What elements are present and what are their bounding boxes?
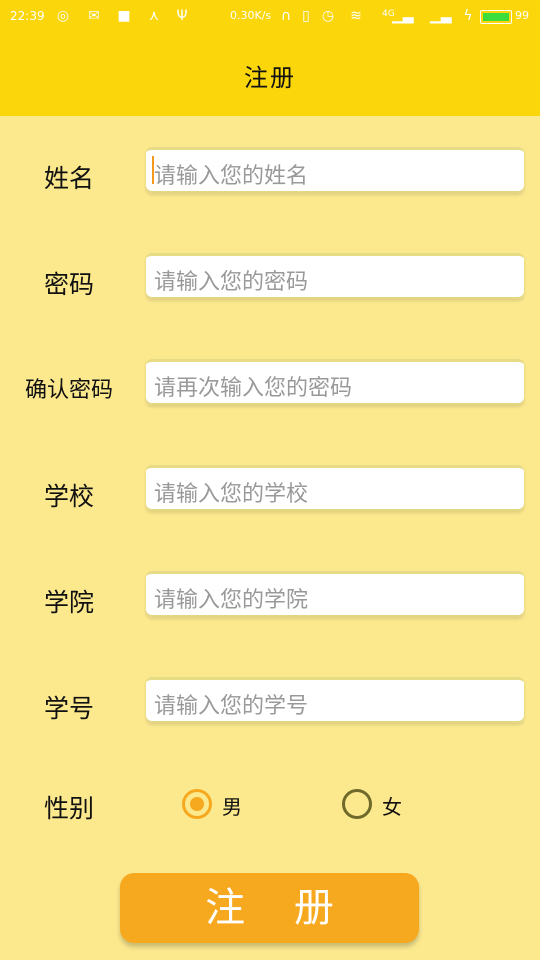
mail-icon: ✉ xyxy=(88,8,100,24)
alarm-icon: ◷ xyxy=(321,8,335,24)
share-icon: ⋏ xyxy=(148,8,160,24)
radio-selected-dot xyxy=(190,797,204,811)
password-label: 密码 xyxy=(43,270,94,299)
student-id-label: 学号 xyxy=(43,694,94,723)
signal-2-icon: ▁▃ xyxy=(430,8,452,24)
confirm-password-input[interactable]: 请再次输入您的密码 xyxy=(146,359,524,405)
password-row: 密码 请输入您的密码 xyxy=(0,253,540,313)
app-icon: ■ xyxy=(117,8,131,24)
page-title: 注册 xyxy=(244,64,296,92)
battery-icon xyxy=(480,10,512,24)
app-bar: 注册 xyxy=(0,34,540,116)
confirm-password-label: 确认密码 xyxy=(24,378,113,403)
college-row: 学院 请输入您的学院 xyxy=(0,571,540,631)
register-button[interactable]: 注 册 xyxy=(120,873,419,943)
confirm-password-row: 确认密码 请再次输入您的密码 xyxy=(0,359,540,419)
usb-icon: Ψ xyxy=(176,8,188,24)
status-time: 22:39 xyxy=(10,9,45,23)
student-id-input[interactable]: 请输入您的学号 xyxy=(146,677,524,723)
charging-icon: ϟ xyxy=(463,8,473,24)
school-input[interactable]: 请输入您的学校 xyxy=(146,465,524,511)
name-input[interactable]: 请输入您的姓名 xyxy=(146,147,524,193)
gender-female-radio[interactable] xyxy=(342,789,372,819)
gender-male-label: 男 xyxy=(222,795,242,819)
text-cursor xyxy=(152,156,154,184)
battery-fill xyxy=(483,13,509,21)
headphone-icon: ∩ xyxy=(280,8,292,24)
app-notification-icon: ◎ xyxy=(56,8,70,24)
gender-female-label: 女 xyxy=(382,795,402,819)
password-input[interactable]: 请输入您的密码 xyxy=(146,253,524,299)
battery-percent: 99 xyxy=(515,9,529,22)
gender-label: 性别 xyxy=(43,794,94,823)
school-label: 学校 xyxy=(43,482,94,511)
name-label: 姓名 xyxy=(43,164,94,193)
name-row: 姓名 请输入您的姓名 xyxy=(0,147,540,207)
college-input[interactable]: 请输入您的学院 xyxy=(146,571,524,617)
network-speed: 0.30K/s xyxy=(230,9,272,22)
gender-row: 性别 男 女 xyxy=(0,789,540,849)
signal-icon: ▁▃ xyxy=(392,8,414,24)
college-label: 学院 xyxy=(43,588,94,617)
status-bar: 22:39 ◎ ✉ ■ ⋏ Ψ 0.30K/s ∩ ▯ ◷ ≋ 4G ▁▃ ▁▃… xyxy=(0,0,540,34)
wifi-icon: ≋ xyxy=(350,8,362,24)
vibrate-icon: ▯ xyxy=(302,8,310,24)
student-id-row: 学号 请输入您的学号 xyxy=(0,677,540,737)
gender-male-radio[interactable] xyxy=(182,789,212,819)
school-row: 学校 请输入您的学校 xyxy=(0,465,540,525)
